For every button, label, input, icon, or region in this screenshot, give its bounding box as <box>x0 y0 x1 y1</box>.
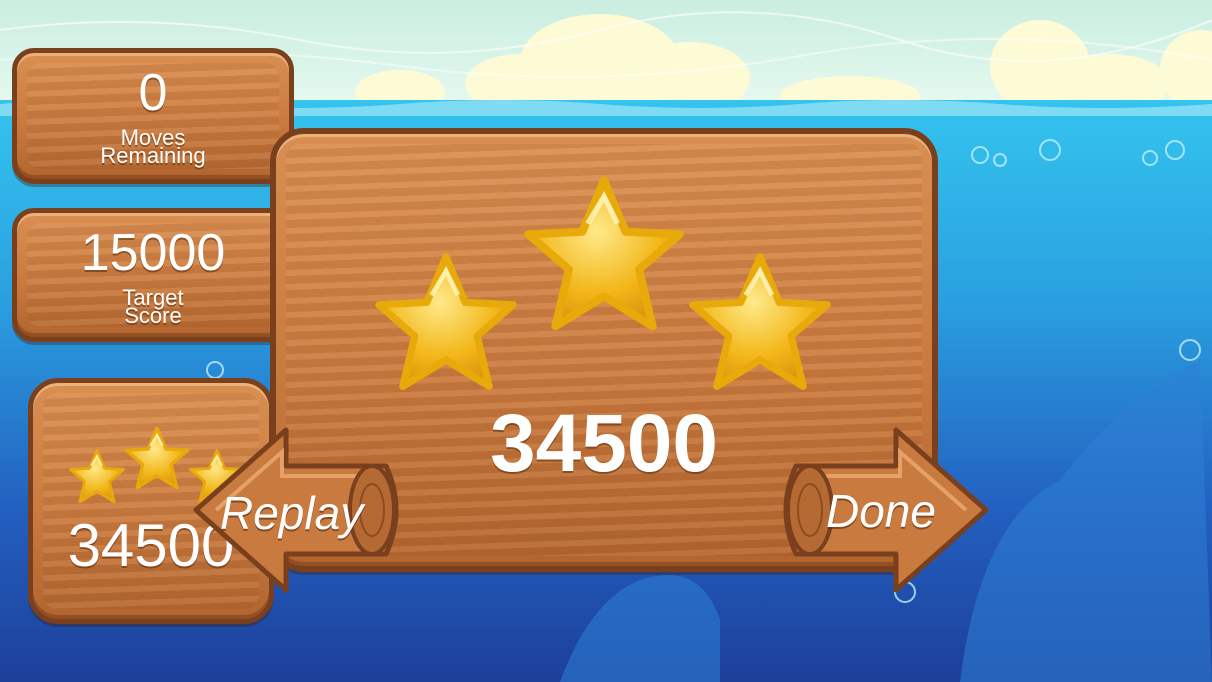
target-label: Target Score <box>17 287 289 328</box>
done-label: Done <box>826 485 936 537</box>
rating-stars <box>276 164 932 424</box>
target-label-line2: Score <box>124 303 182 328</box>
star-icon <box>528 180 679 326</box>
moves-label-line2: Remaining <box>100 143 206 168</box>
star-icon <box>693 257 827 387</box>
star-icon <box>124 426 190 490</box>
replay-button[interactable]: Replay <box>186 426 412 594</box>
moves-value: 0 <box>138 64 168 122</box>
moves-remaining-panel: 0 Moves Remaining <box>12 48 294 184</box>
done-button[interactable]: Done <box>778 426 996 594</box>
game-scene: 0 Moves Remaining 15000 Target Score 345… <box>0 0 1212 682</box>
star-icon <box>68 448 126 504</box>
target-value: 15000 <box>80 224 226 282</box>
moves-label: Moves Remaining <box>17 127 289 168</box>
target-score-panel: 15000 Target Score <box>12 208 294 342</box>
replay-label: Replay <box>220 487 364 539</box>
star-icon <box>379 257 513 387</box>
